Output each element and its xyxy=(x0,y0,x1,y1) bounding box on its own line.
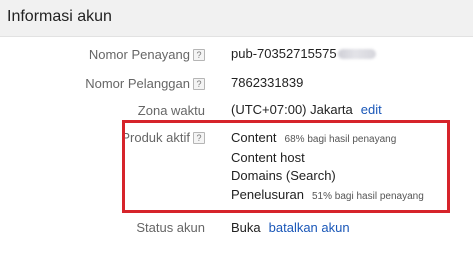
section-title: Informasi akun xyxy=(7,8,112,25)
customer-id-value: 7862331839 xyxy=(231,75,304,90)
publisher-id-label: Nomor Penayang xyxy=(88,47,190,62)
account-status-label: Status akun xyxy=(136,220,205,235)
customer-id-label: Nomor Pelanggan xyxy=(85,76,190,91)
redaction-blur xyxy=(337,49,376,59)
highlight-box xyxy=(122,120,450,213)
customer-id-help-icon[interactable]: ? xyxy=(193,78,205,90)
publisher-id-value: pub-70352715575 xyxy=(231,46,337,61)
timezone-edit-link[interactable]: edit xyxy=(361,102,382,117)
cancel-account-link[interactable]: batalkan akun xyxy=(269,220,350,235)
account-status-value-group: Buka batalkan akun xyxy=(231,220,350,235)
publisher-id-label-group: Nomor Penayang? xyxy=(89,47,205,62)
customer-id-label-group: Nomor Pelanggan? xyxy=(85,76,205,91)
publisher-id-help-icon[interactable]: ? xyxy=(193,49,205,61)
account-status-value: Buka xyxy=(231,220,261,235)
account-info-page: Informasi akun Nomor Penayang? pub-70352… xyxy=(0,0,473,262)
timezone-value: (UTC+07:00) Jakarta xyxy=(231,102,353,117)
section-header: Informasi akun xyxy=(0,0,473,37)
timezone-label: Zona waktu xyxy=(137,103,205,118)
timezone-value-group: (UTC+07:00) Jakarta edit xyxy=(231,102,382,117)
publisher-id-value-group: pub-70352715575 xyxy=(231,46,376,61)
